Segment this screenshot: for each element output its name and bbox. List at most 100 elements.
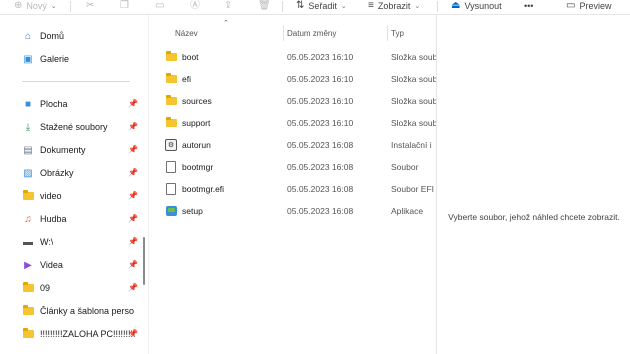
column-header-type[interactable]: Typ [391, 25, 404, 41]
file-type: Aplikace [391, 206, 424, 216]
more-options-button[interactable]: ••• [524, 0, 533, 12]
file-type: Soubor [391, 162, 419, 172]
file-icon [165, 161, 177, 173]
folder-icon [22, 305, 34, 317]
file-row[interactable]: boot 05.05.2023 16:10 Složka soubor [149, 46, 436, 68]
videos-icon: ▶ [24, 259, 32, 271]
copy-icon: ❐ [120, 0, 129, 11]
new-button[interactable]: ⊕ Nový ⌄ [14, 0, 57, 12]
download-icon: ⤓ [25, 121, 31, 133]
file-date: 05.05.2023 16:10 [287, 52, 354, 62]
toolbar-divider [437, 1, 438, 12]
file-name: autorun [182, 140, 211, 150]
file-type: Složka soubor [391, 96, 436, 106]
column-header-name[interactable]: Název [175, 25, 198, 41]
chevron-down-icon: ⌄ [414, 3, 421, 10]
nav-item-zaloha[interactable]: !!!!!!!!!ZALOHA PC!!!!!!!!! 📌 [22, 325, 140, 343]
file-name: boot [182, 52, 199, 62]
file-row[interactable]: bootmgr.efi 05.05.2023 16:08 Soubor EFI [149, 178, 436, 200]
pin-icon: 📌 [128, 283, 138, 292]
folder-icon [165, 51, 177, 63]
nav-item-videos[interactable]: ▶ Videa 📌 [22, 256, 140, 274]
sort-icon: ⇅ [296, 0, 305, 11]
nav-item-music[interactable]: ♫ Hudba 📌 [22, 210, 140, 228]
preview-pane-button[interactable]: ▭ Preview [566, 0, 611, 12]
nav-item-video-folder[interactable]: video 📌 [22, 187, 140, 205]
nav-item-downloads[interactable]: ⤓ Stažené soubory 📌 [22, 118, 140, 136]
pin-icon: 📌 [128, 122, 138, 131]
file-date: 05.05.2023 16:10 [287, 96, 354, 106]
file-date: 05.05.2023 16:08 [287, 206, 354, 216]
view-button[interactable]: ≡ Zobrazit ⌄ [368, 0, 420, 12]
rename-icon: Ⓐ [190, 0, 200, 11]
file-row[interactable]: bootmgr 05.05.2023 16:08 Soubor [149, 156, 436, 178]
nav-item-pictures[interactable]: ▨ Obrázky 📌 [22, 164, 140, 182]
nav-item-documents[interactable]: ▤ Dokumenty 📌 [22, 141, 140, 159]
file-name: bootmgr.efi [182, 184, 225, 194]
column-divider[interactable] [283, 25, 284, 41]
toolbar-divider [282, 1, 283, 12]
sort-button[interactable]: ⇅ Seřadit ⌄ [296, 0, 347, 12]
folder-icon [22, 282, 34, 294]
cut-button[interactable]: ✂ [86, 0, 94, 12]
file-list: ⌃ Název Datum změny Typ boot 05.05.2023 … [148, 15, 436, 354]
pin-icon: 📌 [128, 145, 138, 154]
scissors-icon: ✂ [86, 0, 95, 11]
nav-item-w-drive[interactable]: ▬ W:\ 📌 [22, 233, 140, 251]
setup-info-icon: ⚙ [165, 139, 177, 151]
file-row[interactable]: support 05.05.2023 16:10 Složka soubor [149, 112, 436, 134]
file-row[interactable]: ⚙ autorun 05.05.2023 16:08 Instalační i [149, 134, 436, 156]
folder-icon [22, 190, 34, 202]
application-icon [165, 205, 177, 217]
file-name: support [182, 118, 211, 128]
pin-icon: 📌 [128, 237, 138, 246]
file-date: 05.05.2023 16:10 [287, 118, 354, 128]
file-type: Složka soubor [391, 52, 436, 62]
pin-icon: 📌 [128, 329, 138, 338]
file-row[interactable]: efi 05.05.2023 16:10 Složka soubor [149, 68, 436, 90]
nav-item-clanky[interactable]: Články a šablona perso [22, 302, 140, 320]
view-icon: ≡ [368, 0, 374, 11]
file-type: Složka soubor [391, 74, 436, 84]
folder-icon [165, 117, 177, 129]
paste-button[interactable]: ▭ [155, 0, 164, 12]
nav-item-gallery[interactable]: ▣ Galerie [22, 50, 140, 68]
sort-ascending-icon: ⌃ [223, 20, 229, 27]
toolbar-divider [70, 1, 71, 12]
share-icon: ⇪ [224, 0, 233, 11]
nav-item-desktop[interactable]: ■ Plocha 📌 [22, 95, 140, 113]
pin-icon: 📌 [128, 168, 138, 177]
sidebar-scrollbar[interactable] [143, 237, 145, 285]
file-icon [165, 183, 177, 195]
nav-item-09[interactable]: 09 📌 [22, 279, 140, 297]
pin-icon: 📌 [128, 191, 138, 200]
desktop-icon: ■ [24, 98, 32, 110]
pictures-icon: ▨ [23, 167, 33, 179]
delete-button[interactable]: 🗑 [258, 0, 271, 12]
file-row[interactable]: sources 05.05.2023 16:10 Složka soubor [149, 90, 436, 112]
share-button[interactable]: ⇪ [224, 0, 232, 12]
trash-icon: 🗑 [258, 0, 271, 11]
pin-icon: 📌 [128, 99, 138, 108]
file-type: Složka soubor [391, 118, 436, 128]
file-name: setup [182, 206, 203, 216]
folder-icon [22, 328, 34, 340]
gallery-icon: ▣ [23, 53, 33, 65]
copy-button[interactable]: ❐ [120, 0, 129, 12]
eject-button[interactable]: ⏏ Vysunout [451, 0, 502, 12]
file-row[interactable]: setup 05.05.2023 16:08 Aplikace [149, 200, 436, 222]
file-type: Soubor EFI [391, 184, 434, 194]
pin-icon: 📌 [128, 260, 138, 269]
documents-icon: ▤ [23, 144, 33, 156]
nav-item-home[interactable]: ⌂ Domů [22, 27, 140, 45]
column-header-date[interactable]: Datum změny [287, 25, 336, 41]
chevron-down-icon: ⌄ [340, 3, 347, 10]
pin-icon: 📌 [128, 214, 138, 223]
rename-button[interactable]: Ⓐ [190, 0, 200, 12]
plus-circle-icon: ⊕ [14, 0, 23, 11]
file-date: 05.05.2023 16:08 [287, 184, 354, 194]
file-name: efi [182, 74, 191, 84]
column-divider[interactable] [387, 25, 388, 41]
folder-icon [165, 73, 177, 85]
preview-pane-icon: ▭ [566, 0, 576, 11]
